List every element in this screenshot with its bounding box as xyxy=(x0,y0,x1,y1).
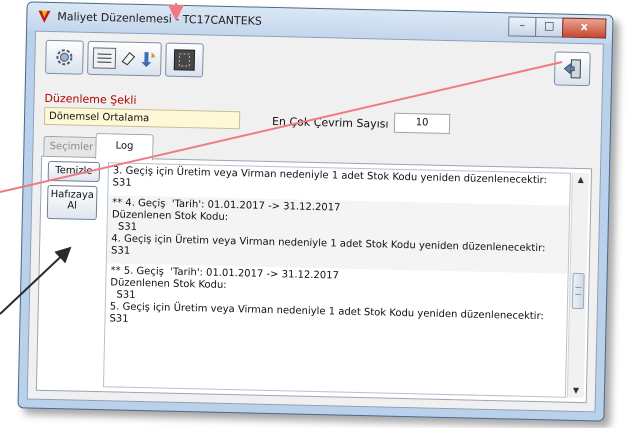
tab-log[interactable]: Log xyxy=(95,132,154,161)
copy-button-label-line2: Al xyxy=(67,200,77,212)
max-cycles-field[interactable]: 10 xyxy=(393,112,451,135)
log-textarea[interactable]: 3. Geçiş için Üretim veya Virman nedeniy… xyxy=(102,162,571,398)
exit-door-icon xyxy=(563,59,582,79)
tab-strip: Seçimler Log xyxy=(43,132,154,161)
eraser-icon[interactable] xyxy=(119,50,137,68)
scroll-thumb[interactable] xyxy=(571,272,585,310)
clear-button[interactable]: Temizle xyxy=(47,160,101,183)
scroll-down-icon[interactable]: ▼ xyxy=(568,384,584,398)
list-icon[interactable] xyxy=(91,45,118,72)
main-window: Maliyet Düzenlemesi - TC17CANTEKS – □ x xyxy=(17,1,614,422)
gear-icon xyxy=(56,49,73,66)
scroll-up-icon[interactable]: ▲ xyxy=(573,173,589,187)
grid-button[interactable] xyxy=(165,42,204,78)
grid-icon xyxy=(173,49,196,71)
edit-mode-label: Düzenleme Şekli xyxy=(44,91,137,107)
import-icon[interactable] xyxy=(139,50,157,68)
max-cycles-label: En Çok Çevrim Sayısı xyxy=(271,114,389,131)
settings-button[interactable] xyxy=(45,39,84,75)
log-entry: ** 4. Geçiş 'Tarih': 01.01.2017 -> 31.12… xyxy=(106,195,570,274)
app-logo-icon xyxy=(38,10,51,23)
maximize-icon: □ xyxy=(543,19,555,33)
close-icon: x xyxy=(580,19,588,34)
log-panel: Temizle Hafızaya Al 3. Geçiş için Üretim… xyxy=(35,155,593,404)
window-client: Düzenleme Şekli Dönemsel Ortalama En Çok… xyxy=(26,30,604,413)
window-title: Maliyet Düzenlemesi - TC17CANTEKS xyxy=(57,10,262,28)
maximize-button[interactable]: □ xyxy=(535,16,564,38)
exit-button[interactable] xyxy=(553,51,591,87)
minimize-button[interactable]: – xyxy=(508,16,537,37)
copy-to-clipboard-button[interactable]: Hafızaya Al xyxy=(46,184,98,221)
toolbar xyxy=(45,39,204,78)
edit-mode-field[interactable]: Dönemsel Ortalama xyxy=(43,106,241,130)
log-entry: ** 5. Geçiş 'Tarih': 01.01.2017 -> 31.12… xyxy=(109,265,544,325)
close-button[interactable]: x xyxy=(562,17,607,39)
edit-tools-group xyxy=(87,40,162,77)
tab-selections[interactable]: Seçimler xyxy=(43,135,100,159)
copy-button-label-line1: Hafızaya xyxy=(50,188,95,201)
minimize-icon: – xyxy=(519,18,526,32)
